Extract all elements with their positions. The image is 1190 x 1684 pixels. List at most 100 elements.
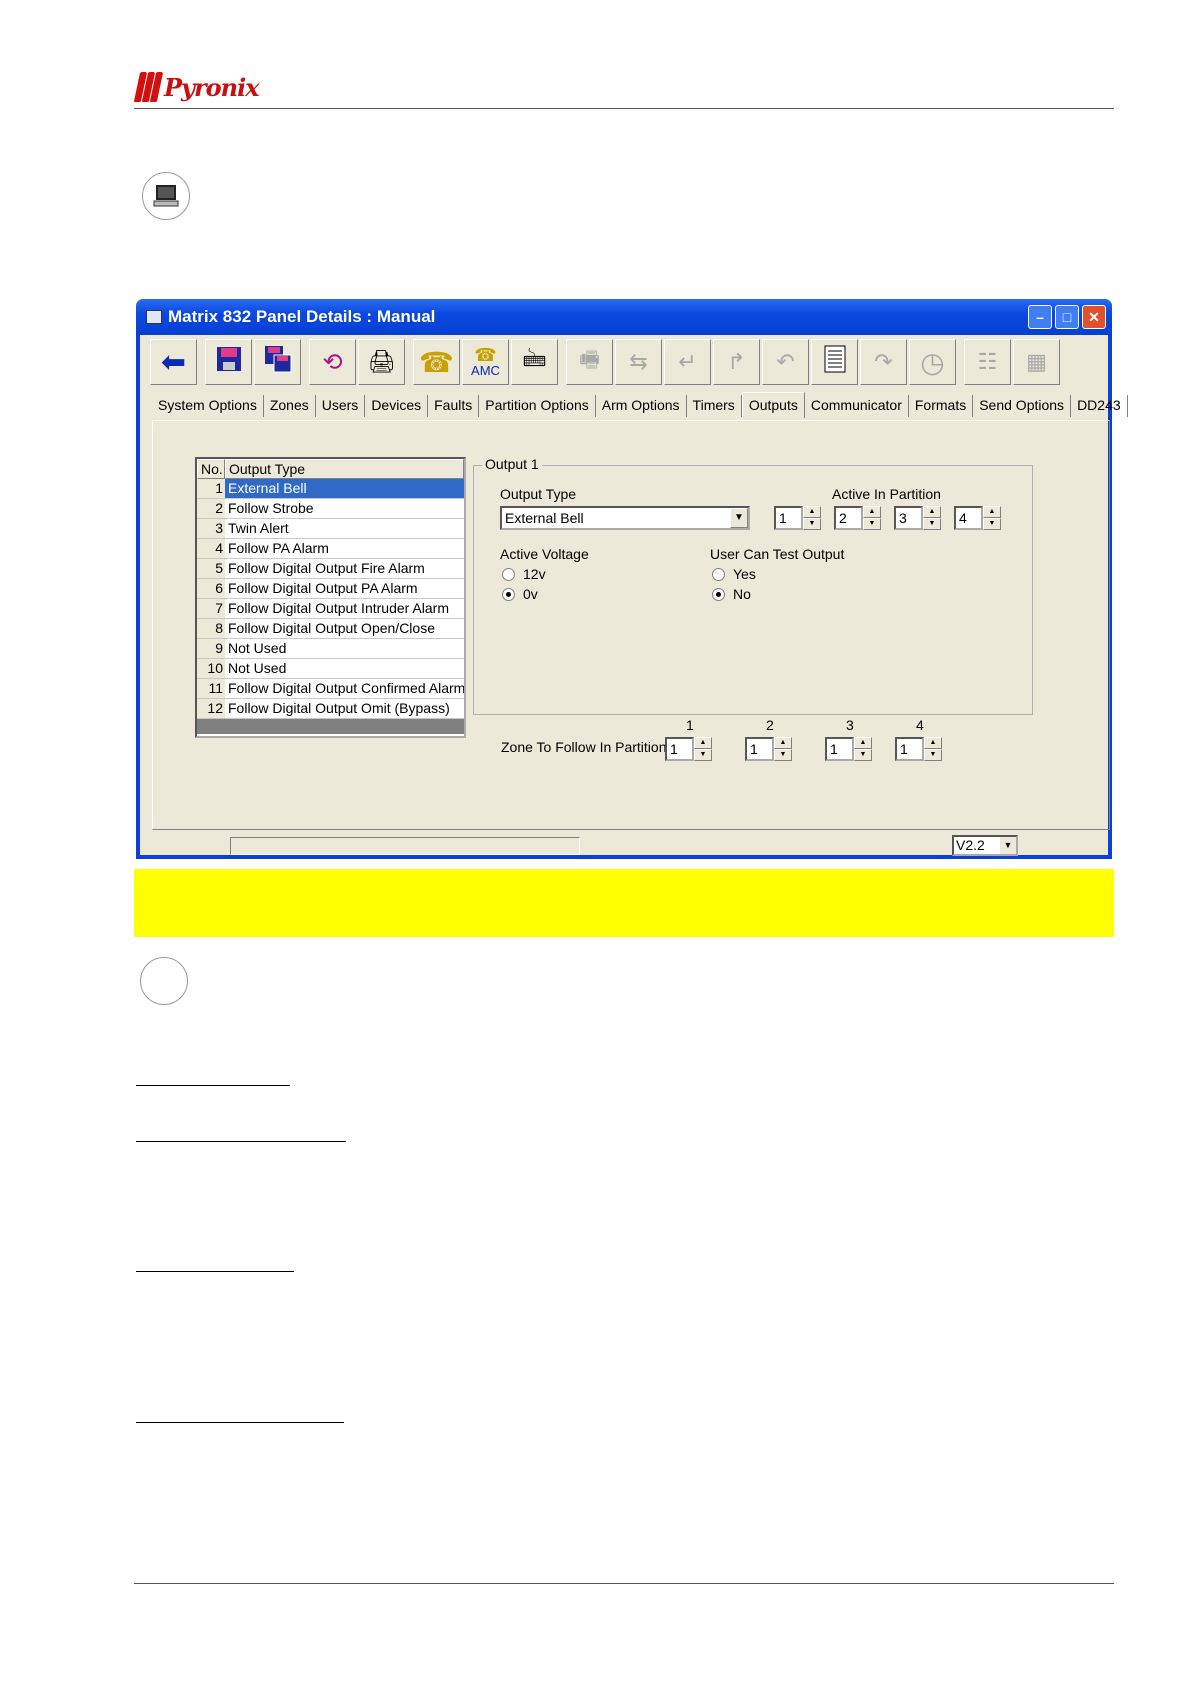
table-row[interactable]: 2 Follow Strobe <box>197 499 464 519</box>
report-button[interactable] <box>811 339 858 385</box>
amc-button[interactable]: ☎ AMC <box>462 339 509 385</box>
table-row[interactable]: 9 Not Used <box>197 639 464 659</box>
voltage-12v-radio[interactable]: 12v <box>502 566 546 582</box>
spin-up-icon[interactable]: ▲ <box>924 737 942 749</box>
zone-2-value[interactable]: 1 <box>745 737 774 761</box>
zone-4-spinner[interactable]: 1 ▲ ▼ <box>895 737 942 761</box>
phone-button[interactable]: ☎ <box>413 339 460 385</box>
tab-arm-options[interactable]: Arm Options <box>596 395 687 417</box>
download-button[interactable]: ↵ <box>664 339 711 385</box>
tab-communicator[interactable]: Communicator <box>805 395 909 417</box>
partition-3-value[interactable]: 3 <box>894 506 923 530</box>
table-row[interactable]: 7 Follow Digital Output Intruder Alarm <box>197 599 464 619</box>
partition-2-value[interactable]: 2 <box>834 506 863 530</box>
tab-system-options[interactable]: System Options <box>152 395 264 417</box>
tab-zones[interactable]: Zones <box>264 395 316 417</box>
tab-devices[interactable]: Devices <box>365 395 429 417</box>
spin-down-icon[interactable]: ▼ <box>924 749 942 761</box>
zone-1-spinner[interactable]: 1 ▲ ▼ <box>665 737 712 761</box>
tab-formats[interactable]: Formats <box>909 395 974 417</box>
partition-4-value[interactable]: 4 <box>954 506 983 530</box>
zone-4-value[interactable]: 1 <box>895 737 924 761</box>
spin-down-icon[interactable]: ▼ <box>774 749 792 761</box>
tab-dd243[interactable]: DD243 <box>1071 395 1128 417</box>
spin-up-icon[interactable]: ▲ <box>774 737 792 749</box>
table-row[interactable]: 4 Follow PA Alarm <box>197 539 464 559</box>
highlight-banner <box>134 869 1114 937</box>
maximize-button[interactable]: □ <box>1055 305 1079 329</box>
zone-3-spinner[interactable]: 1 ▲ ▼ <box>825 737 872 761</box>
fax-icon: 🖷 <box>579 347 600 372</box>
output-list[interactable]: No. Output Type 1 External Bell 2 Follow St… <box>195 457 466 738</box>
zone-3-value[interactable]: 1 <box>825 737 854 761</box>
zone-1-value[interactable]: 1 <box>665 737 694 761</box>
send-button[interactable]: ↷ <box>860 339 907 385</box>
tab-send-options[interactable]: Send Options <box>973 395 1072 417</box>
tab-outputs[interactable]: Outputs <box>741 392 805 418</box>
voltage-12v-label: 12v <box>523 566 546 582</box>
save-button[interactable] <box>205 339 252 385</box>
partition-1-spinner[interactable]: 1 ▲ ▼ <box>774 506 821 530</box>
column-no[interactable]: No. <box>197 459 225 479</box>
table-row[interactable]: 6 Follow Digital Output PA Alarm <box>197 579 464 599</box>
tab-timers[interactable]: Timers <box>687 395 742 417</box>
user-test-no-radio[interactable]: No <box>712 586 751 602</box>
fax-button[interactable]: 🖷 <box>566 339 613 385</box>
tab-users[interactable]: Users <box>316 395 366 417</box>
upload-button[interactable]: ↱ <box>713 339 760 385</box>
table-row[interactable]: 3 Twin Alert <box>197 519 464 539</box>
voltage-0v-radio[interactable]: 0v <box>502 586 538 602</box>
user-test-yes-label: Yes <box>733 566 756 582</box>
header-rule <box>134 108 1114 109</box>
spin-up-icon[interactable]: ▲ <box>983 506 1001 518</box>
partition-2-spinner[interactable]: 2 ▲ ▼ <box>834 506 881 530</box>
table-row[interactable]: 1 External Bell <box>197 479 464 499</box>
table-row[interactable]: 12 Follow Digital Output Omit (Bypass) <box>197 699 464 719</box>
tab-strip: System Options Zones Users Devices Fault… <box>152 392 1128 418</box>
spin-up-icon[interactable]: ▲ <box>694 737 712 749</box>
undo-icon: ⟲ <box>322 348 343 376</box>
spin-down-icon[interactable]: ▼ <box>983 518 1001 530</box>
modem-button[interactable]: ⇆ <box>615 339 662 385</box>
undo-button[interactable]: ⟲ <box>309 339 356 385</box>
clock-button[interactable]: ◷ <box>909 339 956 385</box>
zone-2-spinner[interactable]: 1 ▲ ▼ <box>745 737 792 761</box>
spin-down-icon[interactable]: ▼ <box>803 518 821 530</box>
back-button[interactable]: ⬅ <box>150 339 197 385</box>
user-test-yes-radio[interactable]: Yes <box>712 566 756 582</box>
chevron-down-icon[interactable]: ▼ <box>730 508 748 528</box>
logo-button[interactable]: ▦ <box>1013 339 1060 385</box>
version-select[interactable]: V2.2 ▼ <box>952 835 1018 856</box>
partition-3-spinner[interactable]: 3 ▲ ▼ <box>894 506 941 530</box>
tab-faults[interactable]: Faults <box>428 395 480 417</box>
spin-up-icon[interactable]: ▲ <box>923 506 941 518</box>
print-button[interactable]: 🖨 <box>358 339 405 385</box>
partition-4-spinner[interactable]: 4 ▲ ▼ <box>954 506 1001 530</box>
partition-1-value[interactable]: 1 <box>774 506 803 530</box>
send-icon: ↷ <box>874 349 893 374</box>
spin-down-icon[interactable]: ▼ <box>854 749 872 761</box>
tab-partition-options[interactable]: Partition Options <box>479 395 596 417</box>
connect-button[interactable]: 🖮 <box>511 339 558 385</box>
output-type-select[interactable]: External Bell ▼ <box>500 506 750 530</box>
keypad-button[interactable]: ☷ <box>964 339 1011 385</box>
table-row[interactable]: 5 Follow Digital Output Fire Alarm <box>197 559 464 579</box>
table-row[interactable]: 10 Not Used <box>197 659 464 679</box>
spin-down-icon[interactable]: ▼ <box>694 749 712 761</box>
spin-down-icon[interactable]: ▼ <box>923 518 941 530</box>
section-underline-1 <box>136 1085 290 1086</box>
close-button[interactable]: ✕ <box>1082 305 1106 329</box>
column-output-type[interactable]: Output Type <box>225 459 464 479</box>
save-as-button[interactable] <box>254 339 301 385</box>
spin-up-icon[interactable]: ▲ <box>863 506 881 518</box>
table-row[interactable]: 11 Follow Digital Output Confirmed Alarm <box>197 679 464 699</box>
row-output-type: Follow Digital Output Fire Alarm <box>225 559 464 579</box>
spin-down-icon[interactable]: ▼ <box>863 518 881 530</box>
spin-up-icon[interactable]: ▲ <box>854 737 872 749</box>
spin-up-icon[interactable]: ▲ <box>803 506 821 518</box>
chevron-down-icon[interactable]: ▼ <box>1000 837 1016 854</box>
transfer-button[interactable]: ↶ <box>762 339 809 385</box>
minimize-button[interactable]: – <box>1028 305 1052 329</box>
version-value: V2.2 <box>956 837 985 853</box>
table-row[interactable]: 8 Follow Digital Output Open/Close <box>197 619 464 639</box>
